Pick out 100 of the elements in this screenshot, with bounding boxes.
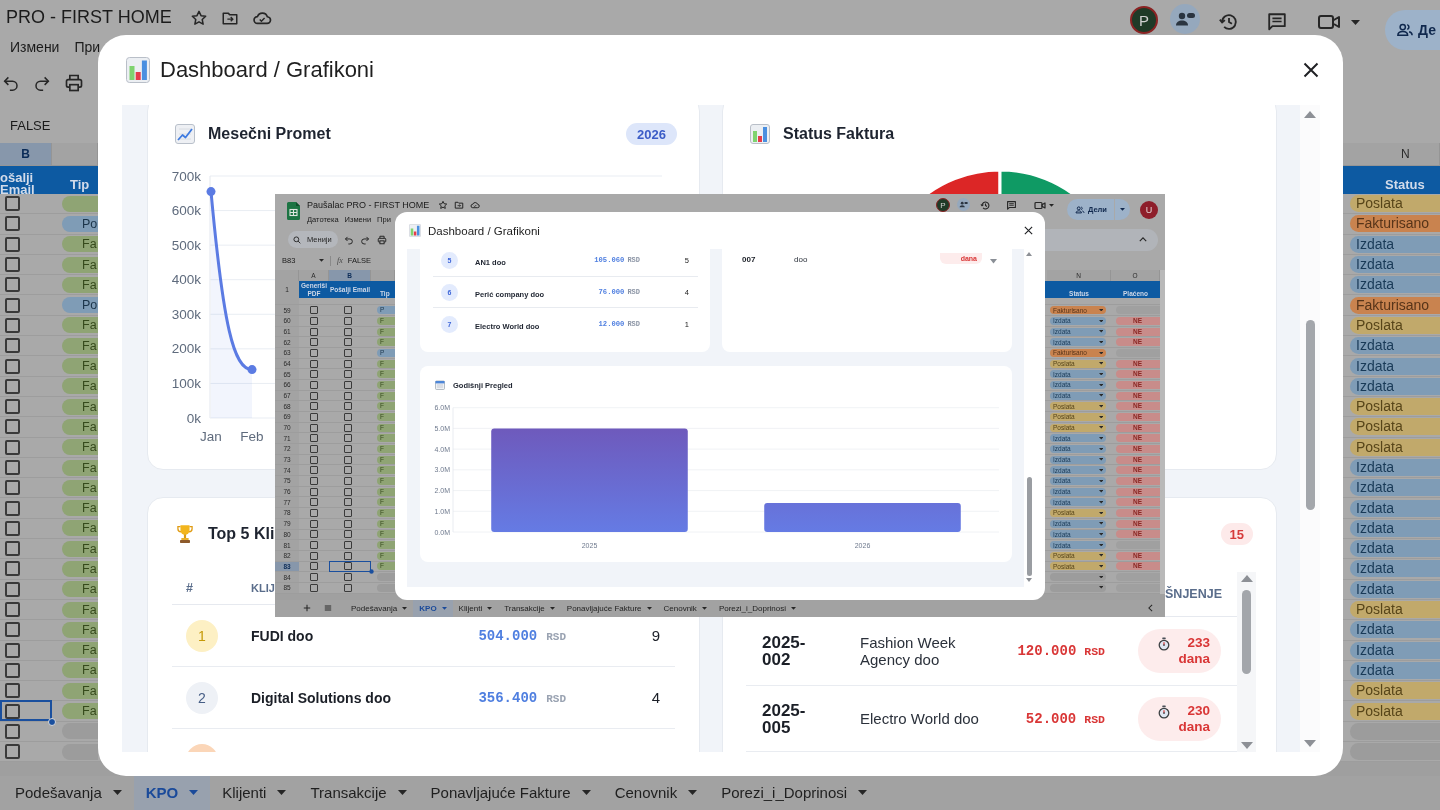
checkbox[interactable] [5,317,20,333]
checkbox[interactable] [344,509,352,517]
history-icon[interactable] [980,200,991,211]
checkbox[interactable] [344,583,352,592]
checkbox[interactable] [5,622,20,638]
checkbox[interactable] [310,509,318,517]
type-chip[interactable]: Fa [62,337,98,354]
scroll-down-arrow-icon[interactable] [990,259,997,264]
checkbox[interactable] [344,498,352,507]
checkbox[interactable] [5,358,20,374]
status-chip[interactable]: Izdata [1350,256,1440,274]
share-menu-button[interactable] [1115,199,1130,220]
status-chip[interactable]: Poslata [1350,195,1440,213]
status-chip[interactable]: Izdata [1350,519,1440,537]
user-avatar[interactable]: U [1140,201,1158,219]
checkbox[interactable] [344,359,352,368]
checkbox[interactable] [310,498,318,507]
type-chip[interactable]: Fa [62,682,98,699]
checkbox[interactable] [5,561,20,577]
selection-handle-icon[interactable] [369,569,374,575]
checkbox[interactable] [344,444,352,453]
checkbox[interactable] [310,327,318,336]
sheet-tab[interactable]: Ponavljajuće Fakture [560,599,658,617]
checkbox[interactable] [5,236,20,252]
status-chip[interactable]: Izdata [1350,560,1440,578]
undo-icon[interactable] [2,74,20,92]
checkbox[interactable] [5,338,20,354]
status-chip[interactable]: Fakturisano [1350,296,1440,314]
checkbox[interactable] [310,551,318,560]
checkbox[interactable] [344,562,352,571]
checkbox[interactable] [344,551,352,560]
sheet-tab[interactable]: Porezi_i_Doprinosi [712,599,803,617]
type-chip[interactable]: Fa [62,540,98,557]
type-chip[interactable]: Fa [62,398,98,415]
checkbox[interactable] [5,500,20,516]
type-chip[interactable]: Fa [62,561,98,577]
checkbox[interactable] [5,581,20,597]
type-chip[interactable]: Fa [62,256,98,273]
checkbox[interactable] [310,519,318,528]
checkbox[interactable] [5,642,20,658]
type-chip[interactable]: Fa [62,520,98,537]
checkbox[interactable] [5,541,20,557]
checkbox[interactable] [5,480,20,496]
status-chip[interactable]: Izdata [1350,580,1440,598]
checkbox[interactable] [310,402,318,411]
checkbox[interactable] [5,257,20,273]
checkbox[interactable] [5,744,20,760]
checkbox[interactable] [310,455,318,464]
column-header[interactable]: B [0,143,52,166]
sheet-tab[interactable]: Cenovnik [657,599,713,617]
checkbox[interactable] [310,541,318,549]
close-button[interactable] [1024,226,1033,235]
status-chip[interactable]: Izdata [1350,337,1440,355]
checkbox[interactable] [5,419,20,435]
status-chip[interactable]: Izdata [1350,459,1440,476]
checkbox[interactable] [310,466,318,475]
checkbox[interactable] [310,423,318,432]
type-chip[interactable]: Fa [62,317,98,334]
type-chip[interactable]: Fa [62,418,98,435]
share-button[interactable]: Де [1385,10,1440,50]
status-chip[interactable]: Izdata [1350,661,1440,679]
checkbox[interactable] [5,216,20,232]
checkbox[interactable] [310,476,318,485]
sheet-tab[interactable]: Porezi_i_Doprinosi [709,775,880,810]
status-chip[interactable]: Poslata [1350,601,1440,619]
type-chip[interactable]: Fa [62,479,98,496]
type-chip[interactable]: Po [62,297,98,314]
checkbox[interactable] [344,541,352,549]
checkbox[interactable] [5,460,20,475]
checkbox[interactable] [5,439,20,455]
selection-handle-icon[interactable] [48,717,56,726]
person-badge-icon[interactable] [957,198,970,211]
sheet-tab[interactable]: Cenovnik [602,775,710,810]
checkbox[interactable] [344,466,352,475]
checkbox[interactable] [310,583,318,592]
checkbox[interactable] [5,520,20,536]
print-icon[interactable] [377,234,387,245]
checkbox[interactable] [310,306,318,315]
checkbox[interactable] [344,455,352,464]
sheet-tab[interactable]: KPO [133,775,211,810]
column-header[interactable]: N [1343,143,1440,166]
type-chip[interactable]: Fa [62,601,98,618]
checkbox[interactable] [5,399,20,415]
scrollbar[interactable] [1237,572,1256,752]
status-chip[interactable]: Poslata [1350,702,1440,720]
status-chip[interactable]: Izdata [1350,499,1440,517]
checkbox[interactable] [5,378,20,394]
status-chip[interactable]: Poslata [1350,418,1440,436]
sheet-tab[interactable]: Podešavanja [345,599,414,617]
checkbox[interactable] [344,327,352,336]
scrollbar[interactable] [1300,105,1320,752]
history-icon[interactable] [1218,11,1240,33]
status-chip[interactable]: Izdata [1350,540,1440,558]
sheet-tab[interactable]: Klijenti [210,775,299,810]
corner-cell[interactable] [275,270,299,281]
sheet-tab[interactable]: Transakcije [298,775,419,810]
undo-icon[interactable] [344,234,354,245]
status-chip[interactable]: Izdata [1350,641,1440,659]
video-camera-icon[interactable] [1034,200,1046,211]
checkbox[interactable] [344,530,352,539]
